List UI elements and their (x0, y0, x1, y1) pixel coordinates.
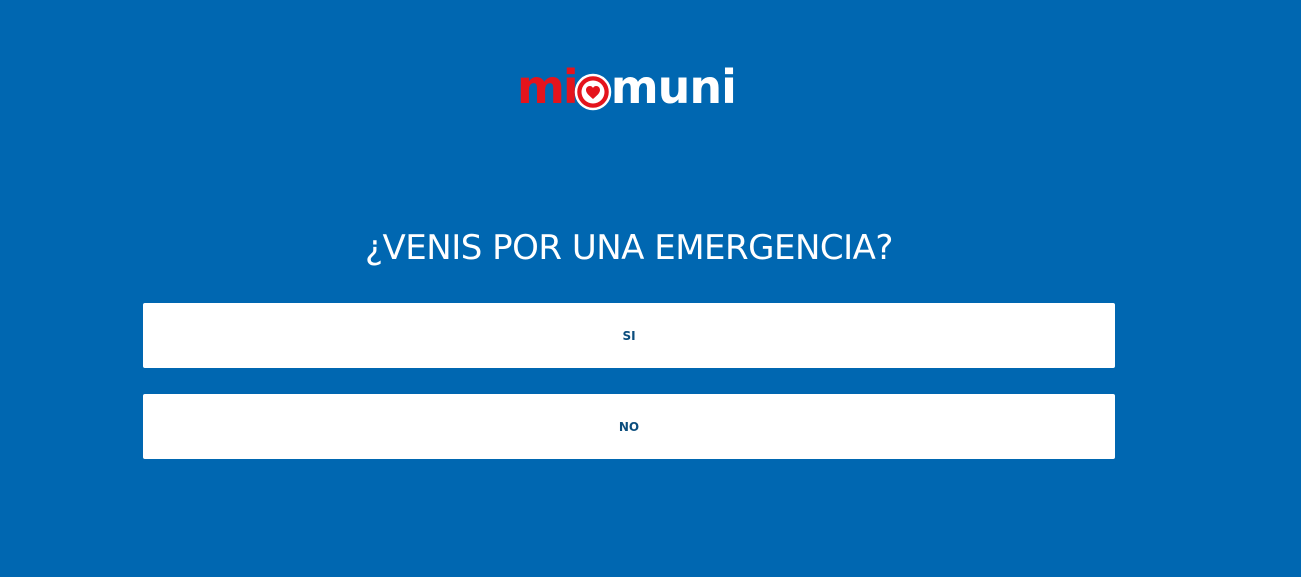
heart-icon (574, 73, 612, 111)
logo-text-mi: mi (517, 60, 579, 114)
mimuni-logo: mi muni (517, 58, 737, 114)
emergency-screen: mi muni ¿VENIS POR UNA EMERGENCIA? SI NO (0, 0, 1301, 577)
logo-text-muni: muni (610, 60, 737, 114)
yes-button-label: SI (622, 328, 636, 343)
page-title: ¿VENIS POR UNA EMERGENCIA? (365, 228, 893, 268)
yes-button[interactable]: SI (143, 303, 1115, 368)
no-button-label: NO (618, 419, 640, 434)
no-button[interactable]: NO (143, 394, 1115, 459)
